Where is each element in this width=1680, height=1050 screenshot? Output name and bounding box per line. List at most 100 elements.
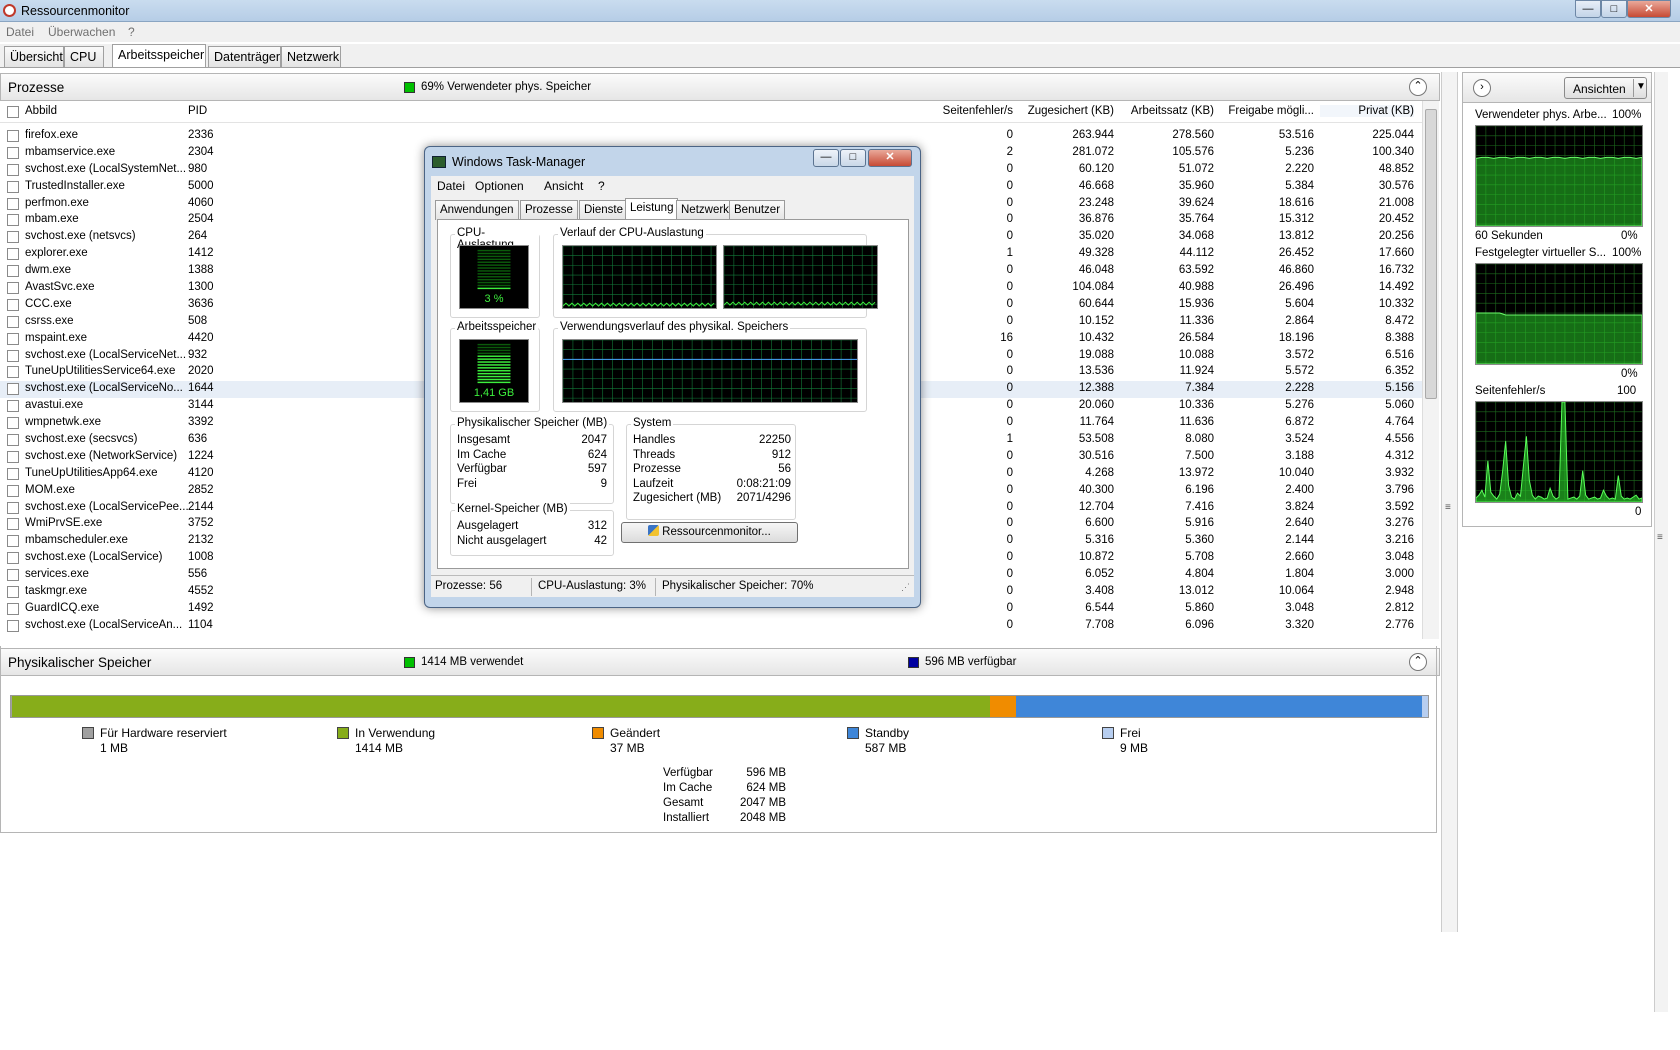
tm-menu-ansicht[interactable]: Ansicht (544, 179, 583, 193)
row-checkbox[interactable] (7, 298, 19, 311)
row-checkbox[interactable] (7, 332, 19, 345)
cell-freigabe: 18.196 (1278, 331, 1314, 344)
panel-splitter[interactable]: ≡ (1441, 72, 1458, 932)
row-checkbox[interactable] (7, 434, 19, 447)
resource-monitor-button[interactable]: Ressourcenmonitor... (621, 522, 798, 543)
tab-cpu[interactable]: CPU (64, 46, 104, 67)
expand-graphs-icon[interactable]: › (1473, 79, 1491, 97)
views-dropdown[interactable]: Ansichten ▼ (1564, 77, 1647, 99)
tm-menu-help[interactable]: ? (598, 179, 605, 193)
row-checkbox[interactable] (7, 569, 19, 582)
row-checkbox[interactable] (7, 214, 19, 227)
row-checkbox[interactable] (7, 231, 19, 244)
tm-menu-optionen[interactable]: Optionen (475, 179, 524, 193)
tm-close-button[interactable]: ✕ (868, 149, 912, 167)
system-value: 2071/4296 (736, 492, 791, 504)
cell-zugesichert: 12.704 (1078, 500, 1114, 513)
col-privat[interactable]: Privat (KB) (1320, 105, 1414, 117)
cell-zugesichert: 104.084 (1072, 281, 1114, 294)
tm-tab-leistung[interactable]: Leistung (625, 198, 679, 221)
row-checkbox[interactable] (7, 400, 19, 413)
tm-minimize-button[interactable]: — (813, 149, 839, 167)
row-checkbox[interactable] (7, 586, 19, 599)
row-checkbox[interactable] (7, 366, 19, 379)
row-checkbox[interactable] (7, 282, 19, 295)
system-label: Handles (633, 434, 676, 446)
task-manager-icon (432, 156, 446, 168)
col-abbild[interactable]: Abbild (25, 105, 57, 117)
cell-pid: 2144 (188, 500, 214, 513)
row-checkbox[interactable] (7, 417, 19, 430)
cell-privat: 6.516 (1385, 348, 1414, 361)
scrollbar-thumb[interactable] (1425, 109, 1437, 399)
row-checkbox[interactable] (7, 484, 19, 497)
graph-panel-header: › Ansichten ▼ (1463, 73, 1651, 103)
row-checkbox[interactable] (7, 383, 19, 396)
row-checkbox[interactable] (7, 518, 19, 531)
tm-tab-anwendungen[interactable]: Anwendungen (435, 200, 519, 220)
row-checkbox[interactable] (7, 467, 19, 480)
tm-tab-dienste[interactable]: Dienste (579, 200, 628, 220)
cpu-history-group: Verlauf der CPU-Auslastung (553, 227, 878, 318)
tab-datentraeger[interactable]: Datenträger (208, 46, 281, 67)
tm-maximize-button[interactable]: □ (840, 149, 866, 167)
col-freigabe[interactable]: Freigabe mögli... (1220, 105, 1314, 117)
cell-abbild: svchost.exe (LocalServiceAn... (25, 618, 183, 631)
col-arbeitssatz[interactable]: Arbeitssatz (KB) (1120, 105, 1214, 117)
process-scrollbar[interactable] (1422, 101, 1439, 639)
row-checkbox[interactable] (7, 265, 19, 278)
row-checkbox[interactable] (7, 163, 19, 176)
physical-memory-section-header[interactable]: Physikalischer Speicher 1414 MB verwende… (0, 648, 1440, 676)
row-checkbox[interactable] (7, 315, 19, 328)
collapse-processes-icon[interactable]: ⌃ (1409, 78, 1427, 96)
col-seitenfehler[interactable]: Seitenfehler/s (900, 105, 1013, 117)
kernel-value: 42 (594, 534, 607, 547)
row-checkbox[interactable] (7, 180, 19, 193)
menu-ueberwachen[interactable]: Überwachen (48, 25, 115, 39)
cell-zugesichert: 12.388 (1078, 382, 1114, 395)
col-zugesichert[interactable]: Zugesichert (KB) (1018, 105, 1114, 117)
cell-abbild: wmpnetwk.exe (25, 416, 102, 429)
cell-abbild: CCC.exe (25, 297, 72, 310)
tab-netzwerk[interactable]: Netzwerk (281, 46, 341, 67)
select-all-checkbox[interactable] (7, 106, 19, 118)
task-manager-window[interactable]: Windows Task-Manager — □ ✕ Datei Optione… (424, 146, 921, 608)
col-pid[interactable]: PID (188, 105, 207, 117)
tm-tab-netzwerk[interactable]: Netzwerk (676, 200, 734, 220)
tm-tab-benutzer[interactable]: Benutzer (729, 200, 786, 220)
cell-pid: 5000 (188, 179, 214, 192)
row-checkbox[interactable] (7, 552, 19, 565)
collapse-memory-icon[interactable]: ⌃ (1409, 653, 1427, 671)
cell-arbeitssatz: 13.972 (1178, 466, 1214, 479)
table-row[interactable]: firefox.exe 2336 0 263.944 278.560 53.516 225.… (0, 128, 1422, 145)
graph3-page-faults (1475, 401, 1643, 503)
menu-help[interactable]: ? (128, 25, 135, 39)
kernel-label: Ausgelagert (457, 520, 519, 532)
memory-section-left-border (0, 646, 1, 833)
row-checkbox[interactable] (7, 450, 19, 463)
row-checkbox[interactable] (7, 349, 19, 362)
row-checkbox[interactable] (7, 535, 19, 548)
processes-section-header[interactable]: Prozesse 69% Verwendeter phys. Speicher … (0, 73, 1440, 101)
table-row[interactable]: svchost.exe (LocalServiceAn... 1104 0 7.708… (0, 618, 1422, 635)
tab-uebersicht[interactable]: Übersicht (4, 46, 64, 67)
right-scrollbar[interactable]: ≡ (1654, 72, 1668, 1012)
menu-datei[interactable]: Datei (6, 25, 34, 39)
maximize-button[interactable]: □ (1601, 0, 1627, 18)
minimize-button[interactable]: — (1575, 0, 1601, 18)
row-checkbox[interactable] (7, 602, 19, 615)
row-checkbox[interactable] (7, 501, 19, 514)
cell-arbeitssatz: 35.764 (1178, 213, 1214, 226)
tab-arbeitsspeicher[interactable]: Arbeitsspeicher (112, 44, 206, 68)
row-checkbox[interactable] (7, 248, 19, 261)
tm-tab-prozesse[interactable]: Prozesse (520, 200, 578, 220)
cell-abbild: svchost.exe (netsvcs) (25, 230, 136, 243)
row-checkbox[interactable] (7, 130, 19, 142)
close-button[interactable]: ✕ (1627, 0, 1671, 18)
row-checkbox[interactable] (7, 197, 19, 210)
memory-stat-value: 2047 MB (739, 797, 786, 809)
tm-menu-datei[interactable]: Datei (437, 179, 465, 193)
row-checkbox[interactable] (7, 146, 19, 159)
cell-zugesichert: 46.048 (1078, 264, 1114, 277)
row-checkbox[interactable] (7, 619, 19, 632)
